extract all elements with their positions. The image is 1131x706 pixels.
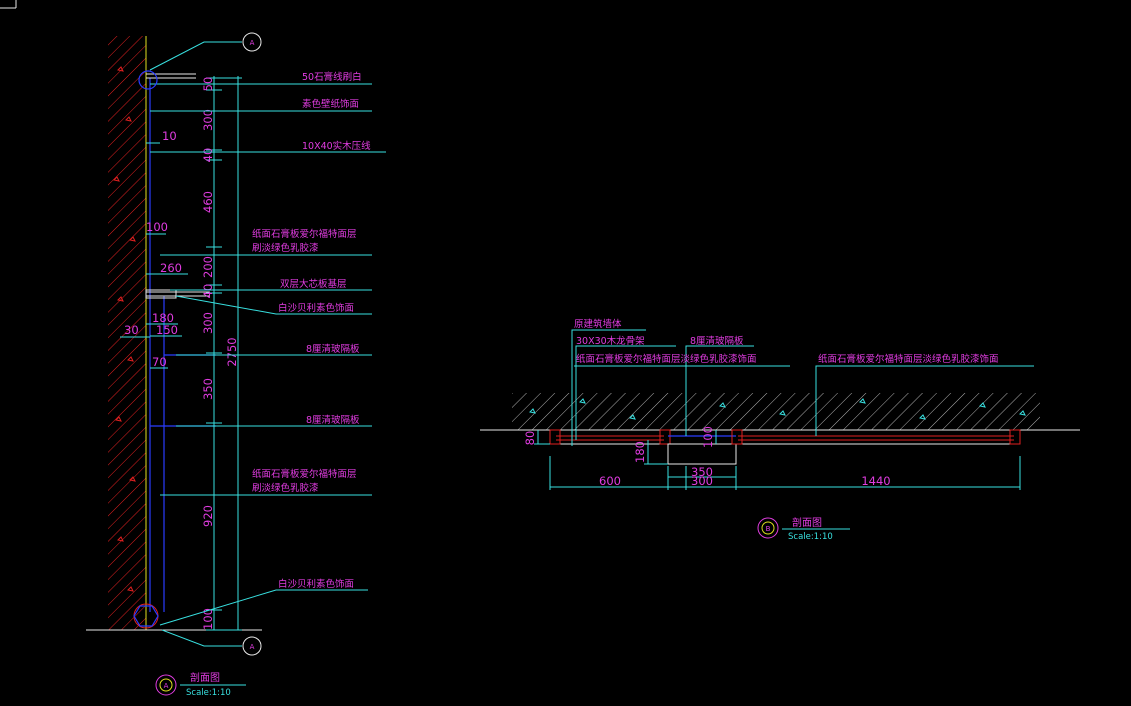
svg-text:A: A xyxy=(250,643,255,651)
label-gypsum-1b: 刷淡绿色乳胶漆 xyxy=(252,242,319,254)
label-wood-trim: 10X40实木压线 xyxy=(302,140,371,152)
svg-text:A: A xyxy=(250,39,255,47)
label-b-gypsum-right: 纸面石膏板爱尔福特面层淡绿色乳胶漆饰面 xyxy=(818,353,999,365)
svg-text:B: B xyxy=(766,525,771,533)
dim-100: 100 xyxy=(201,608,215,630)
section-b: 原建筑墙体 30X30木龙骨架 纸面石膏板爱尔福特面层淡绿色乳胶漆饰面 8厘清玻… xyxy=(480,318,1080,542)
hdim-100: 100 xyxy=(146,220,168,234)
bdim-100: 100 xyxy=(701,426,715,448)
panel-right xyxy=(731,429,1021,445)
section-a-title: 剖面图 xyxy=(190,671,220,684)
label-cornice: 50石膏线刷白 xyxy=(302,71,362,83)
hdim-260: 260 xyxy=(160,261,182,275)
section-marker-top: A xyxy=(242,32,262,52)
frame-corner xyxy=(0,0,17,9)
label-stone-1: 白沙贝利素色饰面 xyxy=(278,302,354,314)
dim-300-top: 300 xyxy=(201,109,215,131)
label-b-wall: 原建筑墙体 xyxy=(574,318,622,330)
label-gypsum-2b: 刷淡绿色乳胶漆 xyxy=(252,482,319,494)
dim-300-mid: 300 xyxy=(201,312,215,334)
section-b-scale: Scale:1:10 xyxy=(788,532,833,542)
label-gypsum-1a: 纸面石膏板爱尔福特面层 xyxy=(252,228,357,240)
section-b-title-block: B 剖面图 Scale:1:10 xyxy=(757,516,850,542)
label-b-gypsum-left: 纸面石膏板爱尔福特面层淡绿色乳胶漆饰面 xyxy=(576,353,757,365)
hdim-150: 150 xyxy=(156,323,178,337)
label-b-glass: 8厘清玻隔板 xyxy=(690,335,744,347)
section-b-title: 剖面图 xyxy=(792,516,822,529)
section-a-title-block: A 剖面图 Scale:1:10 xyxy=(155,671,246,698)
cad-drawing-canvas: 50 300 40 460 200 40 300 350 920 100 275… xyxy=(0,0,1080,698)
bdim-180: 180 xyxy=(633,441,647,463)
label-stone-2: 白沙贝利素色饰面 xyxy=(278,578,354,590)
label-b-frame: 30X30木龙骨架 xyxy=(576,335,645,347)
label-gypsum-2a: 纸面石膏板爱尔福特面层 xyxy=(252,468,357,480)
bdim-80: 80 xyxy=(523,431,537,446)
dim-460: 460 xyxy=(201,191,215,213)
label-wallpaper: 素色壁纸饰面 xyxy=(302,98,359,110)
dim-350: 350 xyxy=(201,378,215,400)
bdim-1440: 1440 xyxy=(861,474,890,488)
hdim-30: 30 xyxy=(124,323,139,337)
hdim-10: 10 xyxy=(162,129,177,143)
section-a-scale: Scale:1:10 xyxy=(186,688,231,698)
dim-40-top: 40 xyxy=(201,148,215,163)
label-plywood: 双层大芯板基层 xyxy=(280,278,347,290)
label-glass-1: 8厘清玻隔板 xyxy=(306,343,360,355)
bdim-300: 300 xyxy=(691,474,713,488)
section-a: 50 300 40 460 200 40 300 350 920 100 275… xyxy=(86,32,386,698)
hdim-70: 70 xyxy=(152,355,167,369)
panel-left xyxy=(549,429,671,445)
bdim-600: 600 xyxy=(599,474,621,488)
dim-40-mid: 40 xyxy=(201,284,215,299)
dim-total-2750: 2750 xyxy=(225,337,239,366)
dim-920: 920 xyxy=(201,505,215,527)
svg-text:A: A xyxy=(164,682,169,690)
section-marker-bottom: A xyxy=(242,636,262,656)
label-glass-2: 8厘清玻隔板 xyxy=(306,414,360,426)
ground-hatch xyxy=(512,393,1040,430)
dim-200: 200 xyxy=(201,256,215,278)
